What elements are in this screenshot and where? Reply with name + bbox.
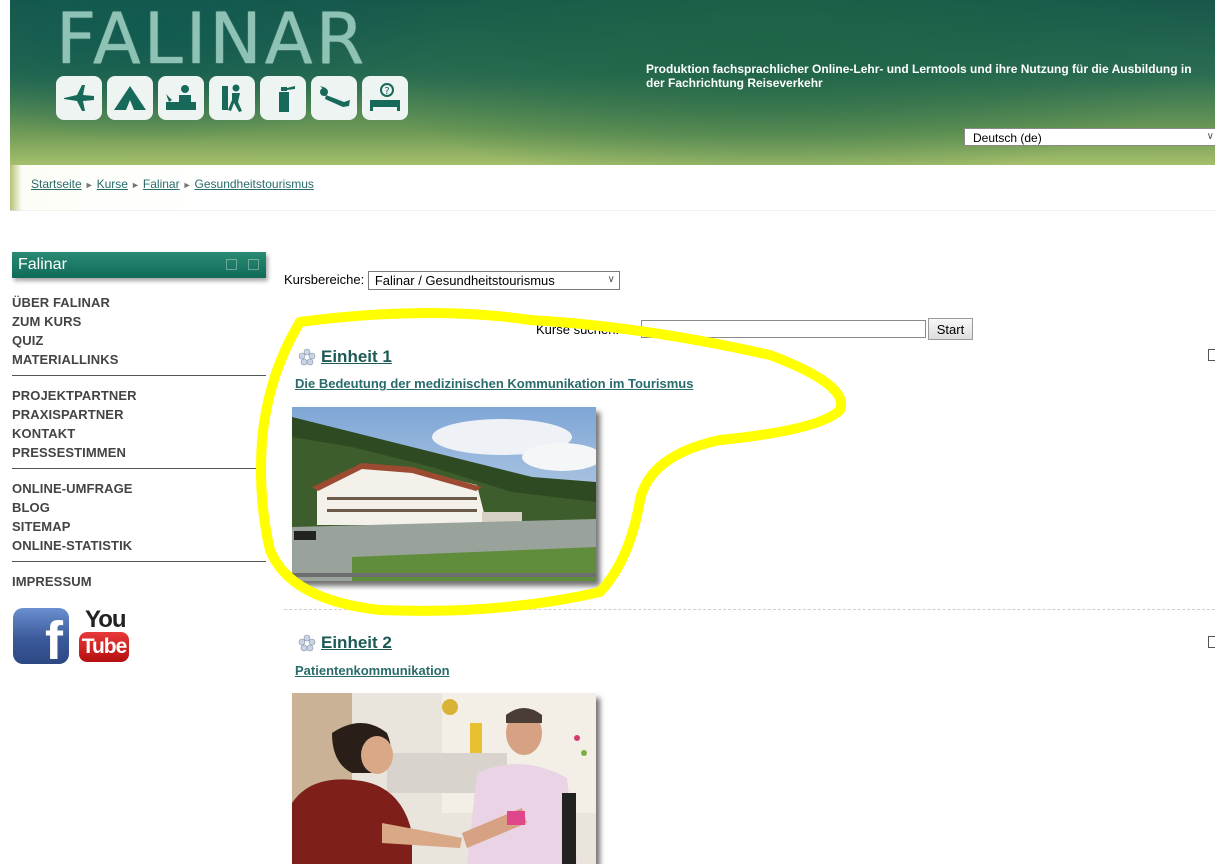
breadcrumb: Startseite ► Kurse ► Falinar ► Gesundheitstour… [31, 177, 314, 191]
unit-2-subtitle-link[interactable]: Patientenkommunikation [295, 663, 450, 678]
menu-item-projektpartner[interactable]: PROJEKTPARTNER [12, 386, 266, 405]
unit-1-title-link[interactable]: Einheit 1 [321, 347, 392, 367]
menu-group-about: ÜBER FALINAR ZUM KURS QUIZ MATERIALLINKS [12, 293, 266, 376]
course-search-label: Kurse suchen: [536, 322, 620, 337]
menu-group-partners: PROJEKTPARTNER PRAXISPARTNER KONTAKT PRE… [12, 386, 266, 469]
search-start-button[interactable]: Start [928, 318, 973, 340]
breadcrumb-kurse[interactable]: Kurse [97, 177, 128, 191]
breadcrumb-startseite[interactable]: Startseite [31, 177, 82, 191]
menu-group-online: ONLINE-UMFRAGE BLOG SITEMAP ONLINE-STATI… [12, 479, 266, 562]
breadcrumb-separator-icon: ► [130, 180, 140, 190]
menu-item-kontakt[interactable]: KONTAKT [12, 424, 266, 443]
youtube-icon-top: You [85, 606, 127, 633]
course-category-label: Kursbereiche: [284, 271, 365, 287]
breadcrumb-bar: Startseite ► Kurse ► Falinar ► Gesundheitstour… [10, 165, 1215, 211]
social-links: f You Tube [13, 606, 133, 664]
unit-2-header: Einheit 2 [298, 633, 392, 653]
menu-item-pressestimmen[interactable]: PRESSESTIMMEN [12, 443, 266, 462]
course-category-row: Kursbereiche: Falinar / Gesundheitstouri… [284, 271, 620, 290]
section-divider [284, 609, 1215, 610]
youtube-icon[interactable]: You Tube [77, 606, 133, 664]
hotel-bed-icon: ? [362, 76, 408, 120]
site-tagline: Produktion fachsprachlicher Online-Lehr-… [646, 62, 1192, 90]
svg-text:?: ? [384, 86, 389, 97]
menu-item-materiallinks[interactable]: MATERIALLINKS [12, 350, 266, 369]
course-search-input[interactable] [641, 320, 926, 338]
unit-2-title-link[interactable]: Einheit 2 [321, 633, 392, 653]
sidebar-block-header: Falinar [12, 252, 266, 278]
menu-item-online-umfrage[interactable]: ONLINE-UMFRAGE [12, 479, 266, 498]
course-category-value: Falinar / Gesundheitstourismus [374, 273, 555, 288]
sidebar-menu: ÜBER FALINAR ZUM KURS QUIZ MATERIALLINKS… [12, 293, 266, 607]
airplane-icon [56, 76, 102, 120]
breadcrumb-gesundheitstourismus[interactable]: Gesundheitstourismus [195, 177, 314, 191]
menu-item-praxispartner[interactable]: PRAXISPARTNER [12, 405, 266, 424]
unit-1-header: Einheit 1 [298, 347, 392, 367]
menu-item-blog[interactable]: BLOG [12, 498, 266, 517]
language-select[interactable]: Deutsch (de) ∨ [964, 128, 1215, 146]
hide-block-icon[interactable] [226, 259, 237, 270]
patient-photo[interactable] [292, 693, 596, 864]
menu-item-ueber-falinar[interactable]: ÜBER FALINAR [12, 293, 266, 312]
sidebar-block-title: Falinar [18, 256, 67, 273]
menu-item-quiz[interactable]: QUIZ [12, 331, 266, 350]
breadcrumb-falinar[interactable]: Falinar [143, 177, 180, 191]
menu-item-zum-kurs[interactable]: ZUM KURS [12, 312, 266, 331]
hotel-photo[interactable] [292, 407, 596, 581]
fire-extinguisher-icon [260, 76, 306, 120]
tent-icon [107, 76, 153, 120]
site-header: FALINAR ? Produktion fachsprachlicher On… [10, 0, 1215, 165]
chevron-down-icon: ∨ [1206, 131, 1214, 142]
activity-icon [298, 634, 316, 652]
dock-block-icon[interactable] [248, 259, 259, 270]
youtube-icon-bottom: Tube [79, 632, 129, 662]
edit-bracket-icon [1208, 636, 1215, 648]
edit-bracket-icon [1208, 349, 1215, 361]
menu-item-impressum[interactable]: IMPRESSUM [12, 572, 266, 591]
course-category-select[interactable]: Falinar / Gesundheitstourismus ∨ [367, 271, 620, 290]
facebook-icon[interactable]: f [13, 608, 69, 664]
breadcrumb-separator-icon: ► [182, 180, 192, 190]
activity-icon [298, 348, 316, 366]
menu-item-online-statistik[interactable]: ONLINE-STATISTIK [12, 536, 266, 555]
reception-icon [158, 76, 204, 120]
diver-icon [311, 76, 357, 120]
hiker-icon [209, 76, 255, 120]
chevron-down-icon: ∨ [607, 274, 615, 285]
menu-item-sitemap[interactable]: SITEMAP [12, 517, 266, 536]
facebook-icon-letter: f [45, 611, 63, 664]
logo-icon-row: ? [56, 76, 408, 120]
menu-group-legal: IMPRESSUM [12, 572, 266, 597]
site-logo[interactable]: FALINAR [56, 4, 367, 74]
language-select-value: Deutsch (de) [973, 131, 1042, 145]
breadcrumb-separator-icon: ► [84, 180, 94, 190]
unit-1-subtitle-link[interactable]: Die Bedeutung der medizinischen Kommunik… [295, 376, 693, 391]
